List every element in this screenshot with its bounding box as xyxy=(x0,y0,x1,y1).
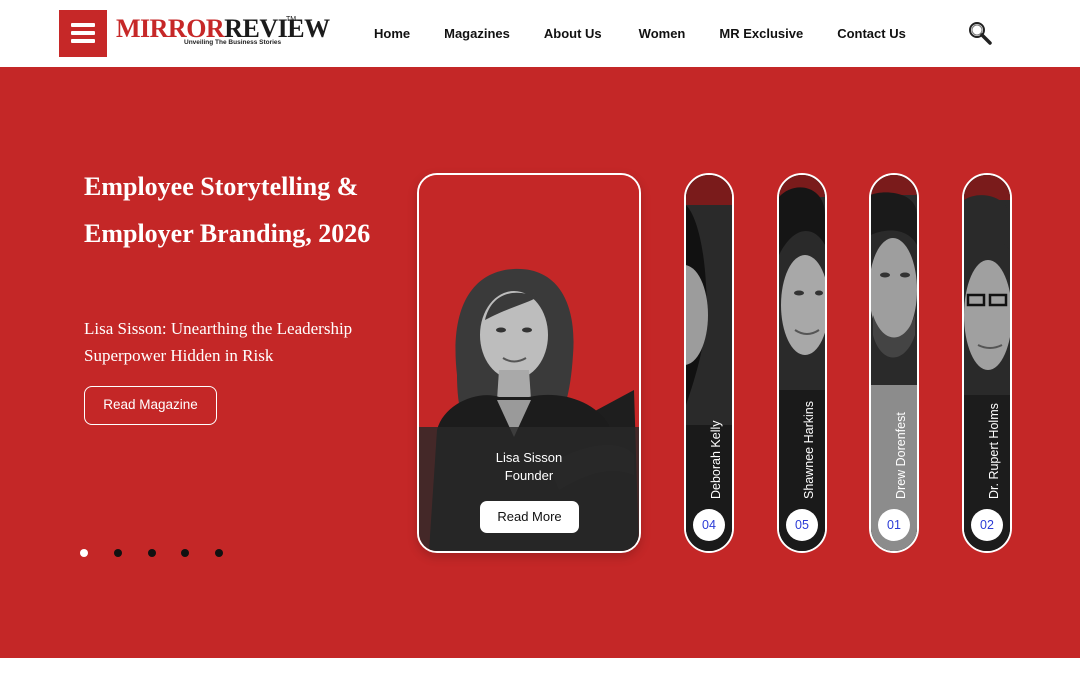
profile-card-deborah-kelly[interactable]: Deborah Kelly 04 xyxy=(684,173,734,553)
site-header: MIRRORREVIEW TM Unveiling The Business S… xyxy=(0,0,1080,67)
nav-mr-exclusive[interactable]: MR Exclusive xyxy=(719,24,803,44)
search-button[interactable] xyxy=(967,20,993,46)
hamburger-icon-bar xyxy=(71,31,95,35)
profile-number-badge: 04 xyxy=(693,509,725,541)
carousel-dots xyxy=(80,549,230,559)
hamburger-menu-button[interactable] xyxy=(59,10,107,57)
read-more-button[interactable]: Read More xyxy=(480,501,579,533)
nav-contact-us[interactable]: Contact Us xyxy=(837,24,906,44)
hamburger-icon xyxy=(71,23,95,27)
profile-number-badge: 02 xyxy=(971,509,1003,541)
featured-profile-card[interactable]: Lisa Sisson Founder Read More xyxy=(417,173,641,553)
hero-banner: Employee Storytelling & Employer Brandin… xyxy=(0,67,1080,658)
nav-home[interactable]: Home xyxy=(374,24,410,44)
site-logo[interactable]: MIRRORREVIEW TM Unveiling The Business S… xyxy=(116,14,330,50)
carousel-dot-5[interactable] xyxy=(215,549,223,557)
profile-card-dr-rupert-holms[interactable]: Dr. Rupert Holms 02 xyxy=(962,173,1012,553)
carousel-dot-2[interactable] xyxy=(114,549,122,557)
hamburger-icon-bar xyxy=(71,39,95,43)
featured-role: Founder xyxy=(504,468,554,483)
profile-card-drew-dorenfest[interactable]: Drew Dorenfest 01 xyxy=(869,173,919,553)
carousel-dot-3[interactable] xyxy=(148,549,156,557)
hero-subtitle: Lisa Sisson: Unearthing the Leadership S… xyxy=(84,319,353,365)
profile-name: Shawnee Harkins xyxy=(802,401,816,499)
carousel-dot-1[interactable] xyxy=(80,549,88,557)
nav-about-us[interactable]: About Us xyxy=(544,24,602,44)
page-bottom-area xyxy=(0,658,1080,675)
profile-number-badge: 05 xyxy=(786,509,818,541)
profile-card-shawnee-harkins[interactable]: Shawnee Harkins 05 xyxy=(777,173,827,553)
profile-name: Dr. Rupert Holms xyxy=(987,403,1001,499)
read-magazine-button[interactable]: Read Magazine xyxy=(84,386,217,425)
nav-women[interactable]: Women xyxy=(639,24,686,44)
profile-name: Drew Dorenfest xyxy=(894,412,908,499)
logo-tagline: Unveiling The Business Stories xyxy=(184,39,282,46)
profile-name: Deborah Kelly xyxy=(709,420,723,499)
hero-title: Employee Storytelling & Employer Brandin… xyxy=(84,172,371,248)
profile-number-badge: 01 xyxy=(878,509,910,541)
nav-magazines[interactable]: Magazines xyxy=(444,24,510,44)
logo-trademark: TM xyxy=(286,16,297,23)
search-icon xyxy=(969,22,992,45)
featured-name: Lisa Sisson xyxy=(495,450,563,465)
carousel-dot-4[interactable] xyxy=(181,549,189,557)
main-nav: Home Magazines About Us Women MR Exclusi… xyxy=(374,24,906,44)
